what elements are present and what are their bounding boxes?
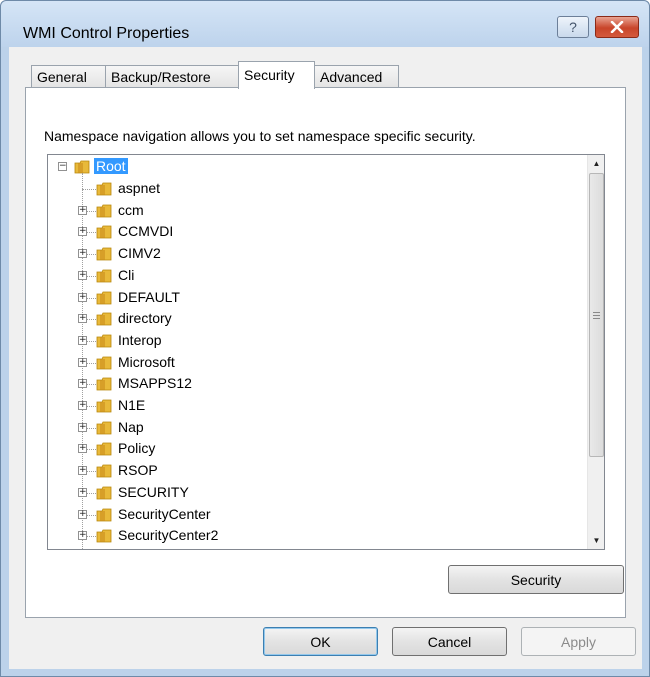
scrollbar-grip-icon xyxy=(593,311,600,319)
help-button[interactable]: ? xyxy=(557,16,589,38)
tree-node-label: SecurityCenter xyxy=(118,505,211,522)
tree-node[interactable]: + MSAPPS12 xyxy=(48,374,308,394)
tree-node-label: Policy xyxy=(118,440,156,457)
tree-node[interactable]: + Interop xyxy=(48,331,308,351)
tree-node-label: N1E xyxy=(118,397,146,413)
apply-button[interactable]: Apply xyxy=(521,627,636,656)
tree-node[interactable]: + RSOP xyxy=(48,461,308,481)
tree-node-label: directory xyxy=(118,310,172,327)
title-bar[interactable]: WMI Control Properties ? xyxy=(1,1,649,47)
tree-node-label: CCMVDI xyxy=(118,223,174,240)
tree-node-label: Root xyxy=(94,158,128,174)
tree-node-label: SecurityCenter2 xyxy=(118,527,219,544)
expand-icon[interactable]: + xyxy=(78,509,87,519)
expand-icon[interactable]: + xyxy=(78,379,87,389)
tree-node[interactable]: + ccm xyxy=(48,201,308,221)
expand-icon[interactable]: + xyxy=(78,205,87,215)
folder-icon xyxy=(96,182,112,196)
folder-icon xyxy=(96,421,112,435)
tree-node-label: ccm xyxy=(118,201,144,218)
dialog-client-area: General Backup/Restore Security Advanced… xyxy=(9,47,642,669)
tree-node[interactable]: + SecurityCenter2 xyxy=(48,526,308,546)
folder-icon xyxy=(96,377,112,391)
tree-node[interactable]: + SECURITY xyxy=(48,483,308,503)
expand-icon[interactable]: + xyxy=(78,422,87,432)
tree-node[interactable]: + directory xyxy=(48,309,308,329)
security-tab-panel: Namespace navigation allows you to set n… xyxy=(25,87,626,618)
tree-node-label: aspnet xyxy=(118,180,161,196)
folder-icon xyxy=(74,160,90,174)
folder-icon xyxy=(96,529,112,543)
folder-icon xyxy=(96,399,112,413)
tree-node[interactable]: aspnet xyxy=(48,179,308,199)
expand-icon[interactable]: + xyxy=(78,401,87,410)
expand-icon[interactable]: + xyxy=(78,531,87,541)
folder-icon xyxy=(96,508,112,521)
expand-icon[interactable]: + xyxy=(78,444,87,454)
folder-icon xyxy=(96,204,112,218)
scroll-up-arrow-icon[interactable]: ▲ xyxy=(588,155,604,172)
tree-node-label: Interop xyxy=(118,331,162,348)
tree-node-label: RSOP xyxy=(118,462,158,479)
tree-node-label: SECURITY xyxy=(118,483,189,500)
folder-icon xyxy=(96,334,112,348)
tree-node-root[interactable]: − Root xyxy=(48,157,248,177)
tree-node[interactable]: + SecurityCenter xyxy=(48,505,308,525)
tree-node[interactable]: +ServiceModel xyxy=(48,548,308,550)
tree-node-label: DEFAULT xyxy=(118,288,180,305)
scrollbar-thumb[interactable] xyxy=(589,173,604,457)
tree-node[interactable]: + N1E xyxy=(48,396,308,416)
tab-backup-restore[interactable]: Backup/Restore xyxy=(105,65,239,88)
namespace-tree-viewport: − Root aspnet + ccm + CCMVDI + CIMV2 + Cli + DEFAU… xyxy=(48,155,588,549)
folder-icon xyxy=(96,225,112,239)
tab-general[interactable]: General xyxy=(31,65,106,88)
tree-vertical-scrollbar[interactable]: ▲ ▼ xyxy=(587,155,604,549)
tree-node-label: Nap xyxy=(118,418,144,435)
namespace-description: Namespace navigation allows you to set n… xyxy=(44,128,476,144)
expand-icon[interactable]: + xyxy=(78,314,87,324)
folder-icon xyxy=(96,464,112,478)
tree-node[interactable]: + CIMV2 xyxy=(48,244,308,264)
folder-icon xyxy=(96,486,112,500)
tree-node[interactable]: + Microsoft xyxy=(48,353,308,373)
tab-security[interactable]: Security xyxy=(238,61,315,89)
expand-icon[interactable]: + xyxy=(78,335,87,345)
tree-node[interactable]: + CCMVDI xyxy=(48,222,308,242)
tree-node[interactable]: + Nap xyxy=(48,418,308,438)
folder-icon xyxy=(96,247,112,261)
tree-node-label: Cli xyxy=(118,266,135,283)
folder-icon xyxy=(96,291,112,304)
folder-icon xyxy=(96,269,112,283)
tree-connector-line xyxy=(82,189,96,190)
security-button[interactable]: Security xyxy=(448,565,624,594)
help-icon: ? xyxy=(569,19,577,35)
expand-icon[interactable]: + xyxy=(78,292,87,302)
tree-node-label: Microsoft xyxy=(118,353,175,370)
close-icon xyxy=(610,21,624,33)
tree-node-label: MSAPPS12 xyxy=(118,375,192,392)
expand-icon[interactable]: + xyxy=(78,227,87,237)
tree-node[interactable]: + Policy xyxy=(48,439,308,459)
expand-icon[interactable]: + xyxy=(78,249,87,259)
close-button[interactable] xyxy=(595,16,639,38)
folder-icon xyxy=(96,442,112,456)
ok-button[interactable]: OK xyxy=(263,627,378,656)
tab-advanced[interactable]: Advanced xyxy=(314,65,399,88)
tree-node[interactable]: + Cli xyxy=(48,266,308,286)
folder-icon xyxy=(96,356,112,369)
wmi-control-properties-window: WMI Control Properties ? General Backup/… xyxy=(0,0,650,677)
scroll-down-arrow-icon[interactable]: ▼ xyxy=(588,532,604,549)
expand-icon[interactable]: + xyxy=(78,270,87,280)
namespace-tree[interactable]: − Root aspnet + ccm + CCMVDI + CIMV2 + Cli + DEFAU… xyxy=(47,154,605,550)
tree-node[interactable]: + DEFAULT xyxy=(48,288,308,308)
cancel-button[interactable]: Cancel xyxy=(392,627,507,656)
expand-icon[interactable]: + xyxy=(78,357,87,367)
tree-node-label: CIMV2 xyxy=(118,245,161,262)
folder-icon xyxy=(96,312,112,326)
expand-icon[interactable]: + xyxy=(78,487,87,497)
window-title: WMI Control Properties xyxy=(23,25,190,42)
expand-icon[interactable]: + xyxy=(78,466,87,476)
collapse-icon[interactable]: − xyxy=(58,162,67,171)
